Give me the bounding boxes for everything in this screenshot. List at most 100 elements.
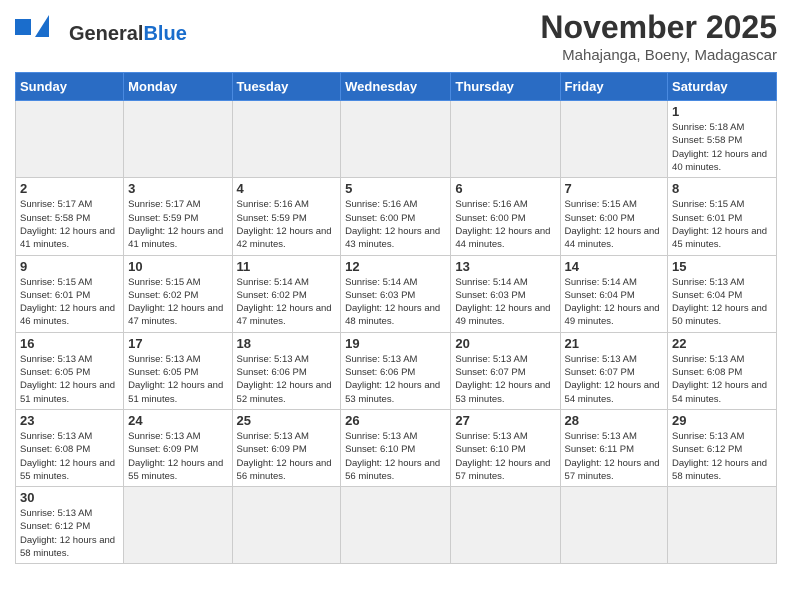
logo-general: General (69, 23, 143, 45)
day-number: 19 (345, 336, 446, 351)
day-number: 3 (128, 181, 227, 196)
day-info: Sunrise: 5:13 AM Sunset: 6:07 PM Dayligh… (455, 353, 555, 406)
calendar-cell: 13 Sunrise: 5:14 AM Sunset: 6:03 PM Dayli… (451, 255, 560, 332)
title-area: November 2025 Mahajanga, Boeny, Madagasc… (540, 10, 777, 64)
day-number: 24 (128, 413, 227, 428)
calendar-cell: 22Sunrise: 5:13 AM Sunset: 6:08 PM Dayli… (668, 332, 777, 409)
calendar-cell: 9 Sunrise: 5:15 AM Sunset: 6:01 PM Daylig… (16, 255, 124, 332)
calendar-cell: 17 Sunrise: 5:13 AM Sunset: 6:05 PM Dayli… (124, 332, 232, 409)
calendar-cell: 3 Sunrise: 5:17 AM Sunset: 5:59 PM Daylig… (124, 178, 232, 255)
day-number: 18 (237, 336, 337, 351)
day-number: 22 (672, 336, 772, 351)
day-info: Sunrise: 5:13 AM Sunset: 6:09 PM Dayligh… (237, 430, 337, 483)
day-info: Sunrise: 5:15 AM Sunset: 6:01 PM Dayligh… (20, 276, 119, 329)
calendar-cell: 20Sunrise: 5:13 AM Sunset: 6:07 PM Dayli… (451, 332, 560, 409)
calendar-cell: 24 Sunrise: 5:13 AM Sunset: 6:09 PM Dayli… (124, 409, 232, 486)
calendar-cell: 29Sunrise: 5:13 AM Sunset: 6:12 PM Dayli… (668, 409, 777, 486)
day-info: Sunrise: 5:13 AM Sunset: 6:06 PM Dayligh… (237, 353, 337, 406)
week-row-5: 30 Sunrise: 5:13 AM Sunset: 6:12 PM Dayli… (16, 487, 777, 564)
day-number: 8 (672, 181, 772, 196)
weekday-header-tuesday: Tuesday (232, 73, 341, 101)
day-info: Sunrise: 5:13 AM Sunset: 6:10 PM Dayligh… (345, 430, 446, 483)
calendar-cell: 25 Sunrise: 5:13 AM Sunset: 6:09 PM Dayli… (232, 409, 341, 486)
week-row-3: 16 Sunrise: 5:13 AM Sunset: 6:05 PM Dayli… (16, 332, 777, 409)
day-info: Sunrise: 5:13 AM Sunset: 6:05 PM Dayligh… (128, 353, 227, 406)
day-number: 16 (20, 336, 119, 351)
day-info: Sunrise: 5:17 AM Sunset: 5:59 PM Dayligh… (128, 198, 227, 251)
calendar-cell (451, 101, 560, 178)
calendar-cell (668, 487, 777, 564)
day-info: Sunrise: 5:13 AM Sunset: 6:04 PM Dayligh… (672, 276, 772, 329)
day-number: 4 (237, 181, 337, 196)
calendar-cell (16, 101, 124, 178)
calendar-cell (341, 101, 451, 178)
calendar-cell: 23 Sunrise: 5:13 AM Sunset: 6:08 PM Dayli… (16, 409, 124, 486)
day-number: 17 (128, 336, 227, 351)
calendar-cell: 10 Sunrise: 5:15 AM Sunset: 6:02 PM Dayli… (124, 255, 232, 332)
day-info: Sunrise: 5:16 AM Sunset: 5:59 PM Dayligh… (237, 198, 337, 251)
day-number: 30 (20, 490, 119, 505)
weekday-header-saturday: Saturday (668, 73, 777, 101)
calendar-cell: 21 Sunrise: 5:13 AM Sunset: 6:07 PM Dayli… (560, 332, 668, 409)
day-info: Sunrise: 5:14 AM Sunset: 6:03 PM Dayligh… (455, 276, 555, 329)
weekday-header-thursday: Thursday (451, 73, 560, 101)
calendar-cell (560, 487, 668, 564)
day-info: Sunrise: 5:14 AM Sunset: 6:02 PM Dayligh… (237, 276, 337, 329)
calendar-cell: 19Sunrise: 5:13 AM Sunset: 6:06 PM Dayli… (341, 332, 451, 409)
day-info: Sunrise: 5:13 AM Sunset: 6:09 PM Dayligh… (128, 430, 227, 483)
calendar-cell: 4 Sunrise: 5:16 AM Sunset: 5:59 PM Daylig… (232, 178, 341, 255)
calendar-cell: 7Sunrise: 5:15 AM Sunset: 6:00 PM Daylig… (560, 178, 668, 255)
day-number: 28 (565, 413, 664, 428)
location-subtitle: Mahajanga, Boeny, Madagascar (540, 47, 777, 64)
calendar-cell: 1 Sunrise: 5:18 AM Sunset: 5:58 PM Daylig… (668, 101, 777, 178)
day-info: Sunrise: 5:13 AM Sunset: 6:05 PM Dayligh… (20, 353, 119, 406)
day-number: 14 (565, 259, 664, 274)
calendar-cell (451, 487, 560, 564)
calendar-cell (124, 487, 232, 564)
calendar-cell: 2 Sunrise: 5:17 AM Sunset: 5:58 PM Daylig… (16, 178, 124, 255)
day-info: Sunrise: 5:16 AM Sunset: 6:00 PM Dayligh… (455, 198, 555, 251)
calendar-cell (232, 487, 341, 564)
calendar-cell: 12Sunrise: 5:14 AM Sunset: 6:03 PM Dayli… (341, 255, 451, 332)
day-info: Sunrise: 5:13 AM Sunset: 6:07 PM Dayligh… (565, 353, 664, 406)
day-info: Sunrise: 5:13 AM Sunset: 6:12 PM Dayligh… (20, 507, 119, 560)
calendar-cell: 28 Sunrise: 5:13 AM Sunset: 6:11 PM Dayli… (560, 409, 668, 486)
day-number: 25 (237, 413, 337, 428)
day-number: 26 (345, 413, 446, 428)
week-row-1: 2 Sunrise: 5:17 AM Sunset: 5:58 PM Daylig… (16, 178, 777, 255)
day-number: 2 (20, 181, 119, 196)
day-info: Sunrise: 5:13 AM Sunset: 6:10 PM Dayligh… (455, 430, 555, 483)
calendar-cell (124, 101, 232, 178)
day-number: 1 (672, 104, 772, 119)
day-number: 15 (672, 259, 772, 274)
week-row-0: 1 Sunrise: 5:18 AM Sunset: 5:58 PM Daylig… (16, 101, 777, 178)
day-number: 12 (345, 259, 446, 274)
day-number: 6 (455, 181, 555, 196)
week-row-4: 23 Sunrise: 5:13 AM Sunset: 6:08 PM Dayli… (16, 409, 777, 486)
weekday-header-row: SundayMondayTuesdayWednesdayThursdayFrid… (16, 73, 777, 101)
calendar-cell: 26 Sunrise: 5:13 AM Sunset: 6:10 PM Dayli… (341, 409, 451, 486)
calendar-cell: 27 Sunrise: 5:13 AM Sunset: 6:10 PM Dayli… (451, 409, 560, 486)
day-number: 21 (565, 336, 664, 351)
day-info: Sunrise: 5:18 AM Sunset: 5:58 PM Dayligh… (672, 121, 772, 174)
weekday-header-sunday: Sunday (16, 73, 124, 101)
day-info: Sunrise: 5:13 AM Sunset: 6:08 PM Dayligh… (20, 430, 119, 483)
day-info: Sunrise: 5:13 AM Sunset: 6:11 PM Dayligh… (565, 430, 664, 483)
day-number: 27 (455, 413, 555, 428)
calendar-cell: 5Sunrise: 5:16 AM Sunset: 6:00 PM Daylig… (341, 178, 451, 255)
day-number: 9 (20, 259, 119, 274)
day-number: 13 (455, 259, 555, 274)
calendar-cell (341, 487, 451, 564)
weekday-header-wednesday: Wednesday (341, 73, 451, 101)
day-info: Sunrise: 5:17 AM Sunset: 5:58 PM Dayligh… (20, 198, 119, 251)
calendar-cell: 15 Sunrise: 5:13 AM Sunset: 6:04 PM Dayli… (668, 255, 777, 332)
calendar-cell: 8Sunrise: 5:15 AM Sunset: 6:01 PM Daylig… (668, 178, 777, 255)
day-number: 23 (20, 413, 119, 428)
day-info: Sunrise: 5:15 AM Sunset: 6:02 PM Dayligh… (128, 276, 227, 329)
day-number: 10 (128, 259, 227, 274)
logo-area: GeneralBlue (15, 10, 187, 53)
week-row-2: 9 Sunrise: 5:15 AM Sunset: 6:01 PM Daylig… (16, 255, 777, 332)
calendar-cell: 11Sunrise: 5:14 AM Sunset: 6:02 PM Dayli… (232, 255, 341, 332)
day-number: 7 (565, 181, 664, 196)
month-year-title: November 2025 (540, 10, 777, 45)
